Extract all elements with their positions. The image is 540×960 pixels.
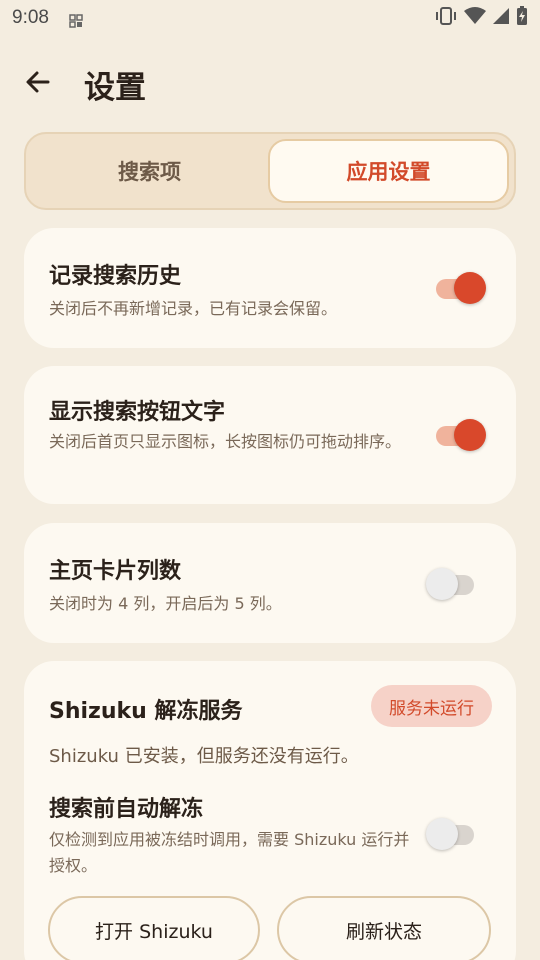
- tab-app-settings[interactable]: 应用设置: [268, 139, 509, 203]
- open-shizuku-button[interactable]: 打开 Shizuku: [48, 896, 260, 960]
- arrow-left-icon: [24, 68, 52, 100]
- battery-charging-icon: [516, 5, 528, 31]
- button-text-toggle[interactable]: [434, 417, 488, 453]
- setting-title: 显示搜索按钮文字: [49, 400, 226, 425]
- setting-desc: 关闭时为 4 列，开启后为 5 列。: [49, 594, 282, 613]
- auto-unfreeze-toggle[interactable]: [426, 816, 480, 852]
- status-badge: 服务未运行: [371, 685, 492, 727]
- setting-desc: 关闭后首页只显示图标，长按图标仍可拖动排序。: [49, 432, 402, 451]
- app-header: 设置: [24, 62, 146, 106]
- shizuku-card: Shizuku 解冻服务 服务未运行 Shizuku 已安装，但服务还没有运行。…: [24, 661, 516, 960]
- segmented-tabs: 搜索项 应用设置: [24, 132, 516, 210]
- page-title: 设置: [84, 69, 146, 106]
- setting-title: 记录搜索历史: [49, 264, 182, 289]
- back-button[interactable]: [24, 62, 72, 106]
- setting-desc: 关闭后不再新增记录，已有记录会保留。: [49, 299, 338, 318]
- auto-unfreeze-title: 搜索前自动解冻: [49, 797, 204, 822]
- vibrate-icon: [434, 6, 458, 30]
- shizuku-status-text: Shizuku 已安装，但服务还没有运行。: [49, 746, 359, 767]
- notification-icon: [69, 11, 83, 28]
- shizuku-title: Shizuku 解冻服务: [49, 699, 243, 724]
- refresh-status-button[interactable]: 刷新状态: [277, 896, 491, 960]
- auto-unfreeze-desc: 仅检测到应用被冻结时调用，需要 Shizuku 运行并授权。: [49, 830, 410, 875]
- status-time: 9:08: [12, 7, 49, 28]
- setting-card-button-text: 显示搜索按钮文字 关闭后首页只显示图标，长按图标仍可拖动排序。: [24, 366, 516, 504]
- setting-card-columns: 主页卡片列数 关闭时为 4 列，开启后为 5 列。: [24, 523, 516, 643]
- status-bar: 9:08: [0, 0, 540, 36]
- search-history-toggle[interactable]: [434, 270, 488, 306]
- tab-search-items[interactable]: 搜索项: [31, 139, 268, 203]
- setting-card-search-history: 记录搜索历史 关闭后不再新增记录，已有记录会保留。: [24, 228, 516, 348]
- signal-icon: [492, 7, 510, 30]
- wifi-icon: [464, 6, 486, 30]
- columns-toggle[interactable]: [426, 566, 480, 602]
- setting-title: 主页卡片列数: [49, 559, 182, 584]
